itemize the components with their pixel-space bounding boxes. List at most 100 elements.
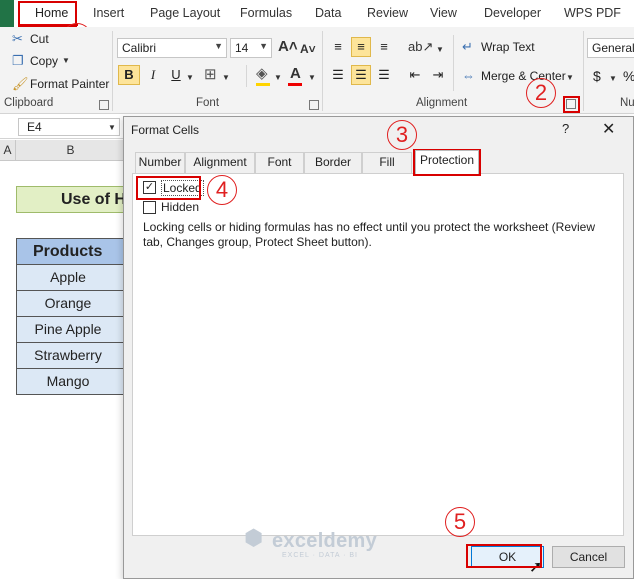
- tab-alignment[interactable]: Alignment: [185, 152, 255, 173]
- tab-fill[interactable]: Fill: [362, 152, 412, 173]
- copy-button[interactable]: Copy: [30, 54, 58, 68]
- font-name-select[interactable]: Calibri ▼: [117, 38, 227, 58]
- font-color-dropdown-icon[interactable]: ▼: [308, 71, 316, 85]
- fill-color-icon[interactable]: ◈: [256, 66, 268, 81]
- products-header-cell[interactable]: Products: [16, 238, 126, 265]
- annotation-5: 5: [445, 507, 475, 537]
- tab-developer[interactable]: Developer: [484, 6, 541, 20]
- annotation-2: 2: [526, 78, 556, 108]
- table-row[interactable]: Pine Apple: [16, 317, 126, 343]
- copy-dropdown-icon[interactable]: ▼: [62, 54, 70, 68]
- toolbar-separator: [246, 65, 247, 87]
- cancel-button[interactable]: Cancel: [552, 546, 625, 568]
- currency-button[interactable]: $: [593, 68, 601, 84]
- name-box-value: E4: [27, 120, 42, 134]
- group-separator: [322, 31, 323, 111]
- tab-formulas[interactable]: Formulas: [240, 6, 292, 20]
- decrease-font-icon[interactable]: A˅: [300, 42, 316, 56]
- increase-font-icon[interactable]: A˄: [278, 39, 298, 54]
- orientation-icon[interactable]: ab↗: [408, 40, 433, 54]
- wrap-text-button[interactable]: Wrap Text: [481, 40, 535, 54]
- merge-center-icon[interactable]: ⇔: [462, 69, 475, 83]
- font-size-value: 14: [235, 41, 249, 55]
- merge-center-button[interactable]: Merge & Center: [481, 69, 566, 83]
- highlight-ok-button: [466, 544, 542, 568]
- currency-dropdown-icon[interactable]: ▼: [609, 72, 617, 86]
- font-color-swatch: [288, 83, 302, 86]
- name-box-dropdown-icon[interactable]: ▼: [108, 121, 116, 135]
- merge-dropdown-icon[interactable]: ▼: [566, 71, 574, 85]
- sheet-title-cell[interactable]: Use of H: [16, 186, 126, 213]
- number-format-value: General: [592, 41, 634, 55]
- bold-button[interactable]: B: [118, 65, 140, 85]
- tab-view[interactable]: View: [430, 6, 457, 20]
- underline-button[interactable]: U: [166, 65, 186, 85]
- tab-border[interactable]: Border: [304, 152, 362, 173]
- tab-insert[interactable]: Insert: [93, 6, 124, 20]
- exceldemy-logo-icon: ⬢: [244, 525, 264, 550]
- table-row[interactable]: Orange: [16, 291, 126, 317]
- top-align-icon[interactable]: ≡: [328, 37, 348, 57]
- tab-review[interactable]: Review: [367, 6, 408, 20]
- tab-page-layout[interactable]: Page Layout: [150, 6, 220, 20]
- hidden-checkbox[interactable]: [143, 201, 156, 214]
- highlight-locked-checkbox: [136, 176, 201, 200]
- align-right-icon[interactable]: ☰: [374, 65, 394, 85]
- table-row[interactable]: Apple: [16, 265, 126, 291]
- middle-align-icon[interactable]: ≡: [351, 37, 371, 57]
- ribbon-tabs: Home Insert Page Layout Formulas Data Re…: [0, 0, 634, 27]
- close-icon[interactable]: ✕: [602, 119, 615, 139]
- clipboard-launcher-icon[interactable]: [99, 100, 109, 110]
- fill-dropdown-icon[interactable]: ▼: [274, 71, 282, 85]
- name-box[interactable]: E4: [18, 118, 120, 136]
- watermark-tagline: EXCEL · DATA · BI: [282, 552, 358, 559]
- tab-number[interactable]: Number: [135, 152, 185, 173]
- font-name-value: Calibri: [122, 41, 157, 55]
- column-header-a[interactable]: A: [0, 140, 16, 161]
- file-tab-edge[interactable]: [0, 0, 14, 27]
- copy-icon[interactable]: ❐: [12, 54, 24, 68]
- annotation-4: 4: [207, 175, 237, 205]
- cut-button[interactable]: Cut: [30, 32, 49, 46]
- highlight-home-tab: [18, 1, 77, 27]
- tab-protection[interactable]: Protection: [415, 150, 479, 174]
- column-header-b[interactable]: B: [16, 140, 126, 161]
- chevron-down-icon: ▼: [214, 41, 223, 51]
- wrap-text-icon[interactable]: ↵: [462, 40, 473, 54]
- bottom-align-icon[interactable]: ≡: [374, 37, 394, 57]
- format-painter-icon[interactable]: 🖌: [12, 77, 29, 91]
- clipboard-group-label: Clipboard: [4, 97, 54, 109]
- align-left-icon[interactable]: ☰: [328, 65, 348, 85]
- align-center-icon[interactable]: ☰: [351, 65, 371, 85]
- tab-font[interactable]: Font: [255, 152, 304, 173]
- orientation-dropdown-icon[interactable]: ▼: [436, 43, 444, 57]
- tab-data[interactable]: Data: [315, 6, 341, 20]
- underline-dropdown-icon[interactable]: ▼: [186, 71, 194, 85]
- increase-indent-icon[interactable]: ⇥: [428, 65, 448, 85]
- protection-note: Locking cells or hiding formulas has no …: [143, 220, 596, 249]
- borders-dropdown-icon[interactable]: ▼: [222, 71, 230, 85]
- dialog-title: Format Cells: [131, 123, 200, 137]
- watermark-logo: exceldemy: [272, 530, 377, 552]
- italic-button[interactable]: I: [143, 65, 163, 85]
- alignment-group-label: Alignment: [416, 97, 468, 109]
- help-icon[interactable]: ?: [562, 121, 569, 136]
- tab-wps-pdf[interactable]: WPS PDF: [564, 6, 621, 20]
- font-color-icon[interactable]: A: [290, 66, 301, 81]
- excel-window: Home Insert Page Layout Formulas Data Re…: [0, 0, 634, 579]
- format-painter-button[interactable]: Format Painter: [30, 77, 109, 91]
- font-launcher-icon[interactable]: [309, 100, 319, 110]
- percent-button[interactable]: %: [623, 68, 634, 84]
- number-format-select[interactable]: General: [587, 38, 634, 58]
- scissors-icon[interactable]: ✂: [12, 32, 23, 46]
- table-row[interactable]: Mango: [16, 369, 126, 395]
- table-row[interactable]: Strawberry: [16, 343, 126, 369]
- toolbar-separator: [453, 35, 454, 91]
- number-group-label: Nu: [620, 97, 634, 109]
- protection-panel: ✓ Locked Hidden Locking cells or hiding …: [132, 173, 624, 536]
- borders-icon[interactable]: ⊞: [204, 67, 217, 82]
- font-size-select[interactable]: 14 ▼: [230, 38, 272, 58]
- group-separator: [583, 31, 584, 111]
- hidden-label[interactable]: Hidden: [161, 200, 199, 214]
- decrease-indent-icon[interactable]: ⇤: [405, 65, 425, 85]
